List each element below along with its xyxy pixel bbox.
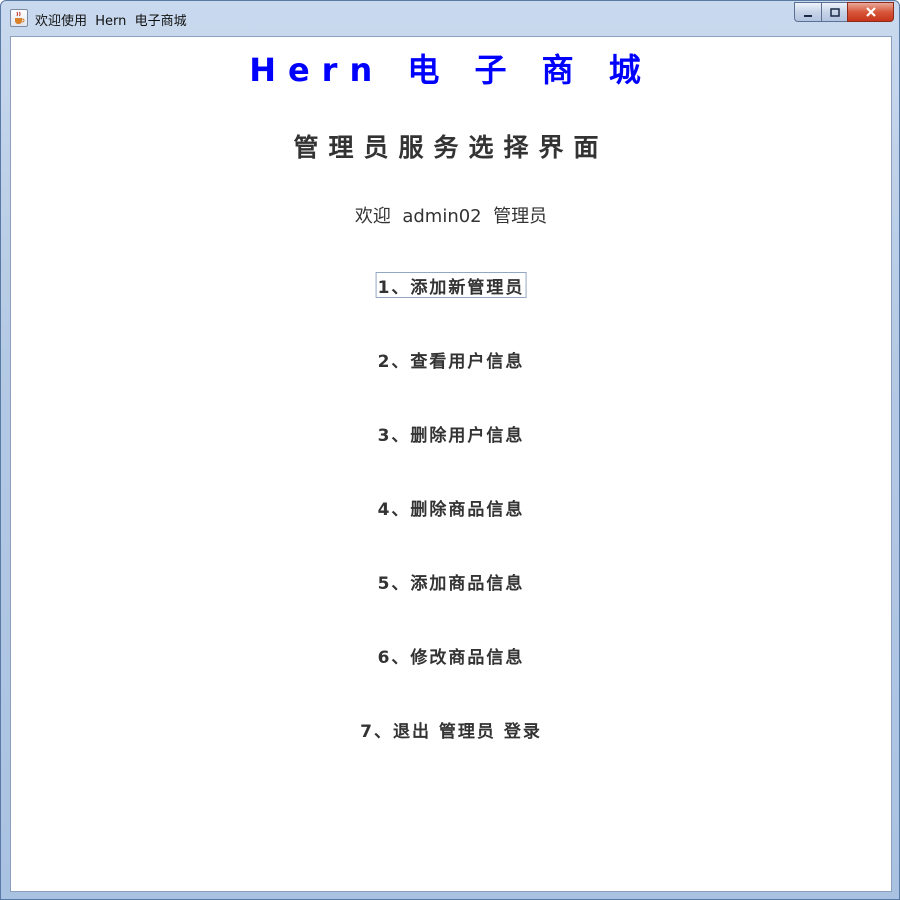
minimize-button[interactable] [794,2,821,22]
maximize-button[interactable] [821,2,847,22]
page-title: 管理员服务选择界面 [293,133,609,162]
delete-products-button[interactable]: 4、删除商品信息 [376,494,527,520]
brand-title: Hern 电 子 商 城 [249,51,653,89]
window-controls [794,2,894,22]
java-coffee-cup-icon[interactable] [10,9,28,27]
maximize-icon [829,3,840,22]
edit-products-button[interactable]: 6、修改商品信息 [376,642,527,668]
logout-admin-button[interactable]: 7、退出 管理员 登录 [358,716,544,742]
minimize-icon [803,3,813,22]
close-icon [865,3,877,22]
add-products-button[interactable]: 5、添加商品信息 [376,568,527,594]
view-users-button[interactable]: 2、查看用户信息 [376,346,527,372]
title-bar[interactable]: 欢迎使用 Hern 电子商城 [1,1,899,35]
delete-users-button[interactable]: 3、删除用户信息 [376,420,527,446]
app-window: 欢迎使用 Hern 电子商城 Hern 电 子 商 城 管理员服务选择界面 欢迎… [0,0,900,900]
welcome-message: 欢迎 admin02 管理员 [354,206,548,227]
window-title: 欢迎使用 Hern 电子商城 [35,14,187,29]
add-admin-button[interactable]: 1、添加新管理员 [375,272,527,298]
content-panel: Hern 电 子 商 城 管理员服务选择界面 欢迎 admin02 管理员 1、… [10,36,892,892]
close-button[interactable] [847,2,894,22]
